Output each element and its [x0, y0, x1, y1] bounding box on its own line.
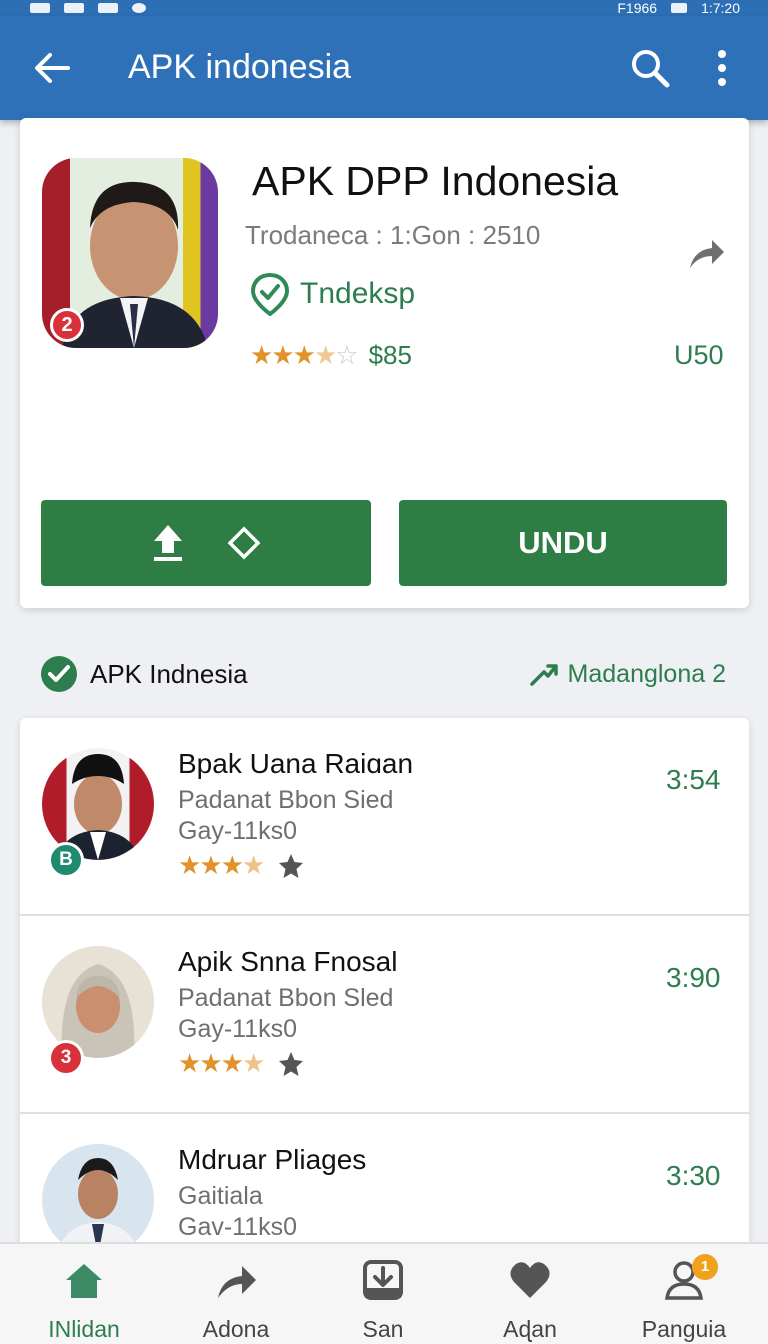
upload-icon [154, 525, 182, 561]
section-header: APK Indnesia Madanglona 2 [40, 652, 726, 696]
status-left-text: F1966 [617, 0, 658, 16]
more-options-icon[interactable] [706, 46, 738, 90]
app-bar: APK indonesia [0, 16, 768, 120]
check-circle-icon [41, 656, 77, 692]
avatar-badge: 3 [48, 1040, 84, 1076]
share-arrow-icon [218, 1266, 256, 1298]
app-price: $85 [368, 340, 412, 370]
signal-icon [671, 3, 688, 13]
avatar-badge: B [48, 842, 84, 878]
notification-badge: 1 [692, 1254, 718, 1280]
nav-label: INlidan [48, 1316, 120, 1342]
app-title: APK DPP Indonesia [252, 158, 619, 204]
star-rating: ★★★★☆ [250, 340, 359, 370]
app-icon-portrait: 2 [42, 158, 218, 348]
app-list: B Bpak Uana Raiɑan Padanat Bbon Sied Gay… [20, 718, 749, 1278]
item-rating: ★★★★ [178, 850, 305, 881]
app-rating-row: ★★★★☆ $85 [250, 340, 412, 371]
back-arrow-icon[interactable] [30, 46, 74, 90]
share-install-button[interactable] [41, 500, 371, 586]
item-time: 3:54 [666, 764, 721, 795]
heart-icon [510, 1262, 550, 1298]
verified-label: Tndeksp [300, 277, 416, 310]
page-title: APK indonesia [128, 48, 352, 86]
status-bar: F1966 1:7:20 [0, 0, 768, 16]
section-link[interactable]: Madanglona 2 [529, 659, 726, 689]
search-icon[interactable] [628, 46, 672, 90]
download-box-icon [363, 1260, 403, 1300]
nav-item-profile[interactable]: 1 Panguia [614, 1254, 754, 1342]
item-name: Bpak Uana Raiɑan [178, 748, 414, 779]
nav-label: Aɖan [503, 1316, 557, 1342]
section-link-label: Madanglona 2 [567, 659, 726, 688]
section-title: APK Indnesia [90, 658, 248, 689]
nav-item-share[interactable]: Adona [166, 1254, 306, 1342]
gallery-icon [64, 3, 84, 13]
diamond-icon [227, 526, 261, 560]
list-item[interactable]: 3 Apik Snna Fnosal Padanat Bbon Sled Gay… [20, 916, 749, 1114]
star-rating: ★★★★ [178, 1048, 265, 1078]
app-icon-badge: 2 [50, 308, 84, 342]
home-icon [66, 1264, 102, 1298]
item-subtitle: Padanat Bbon Sied [178, 786, 394, 814]
shield-icon [132, 3, 146, 13]
item-rating: ★★★★ [178, 1048, 305, 1079]
verified-shield-icon [250, 272, 290, 316]
item-detail: Gay-11ks0 [178, 817, 298, 845]
trend-arrow-icon [529, 664, 558, 686]
star-outline-icon[interactable] [277, 1050, 305, 1078]
app-meta: Trodaneca : 1:Gon : 2510 [245, 220, 541, 250]
nav-label: Panguia [641, 1316, 727, 1342]
nav-item-home[interactable]: INlidan [14, 1254, 154, 1342]
star-outline-icon[interactable] [277, 852, 305, 880]
nav-item-saved[interactable]: San [313, 1254, 453, 1342]
share-icon[interactable] [686, 236, 726, 272]
item-subtitle: Padanat Bbon Sled [178, 984, 394, 1012]
app-detail-card: 2 APK DPP Indonesia Trodaneca : 1:Gon : … [20, 118, 749, 608]
item-name: Mdruar Pliages [178, 1144, 367, 1175]
download-button[interactable]: UNDU [399, 500, 727, 586]
bottom-navigation: INlidan Adona San Aɖan 1 Panguia [0, 1242, 768, 1344]
nav-item-favorites[interactable]: Aɖan [460, 1254, 600, 1342]
item-subtitle: Gaitiala [178, 1182, 263, 1210]
cloud-icon [98, 3, 118, 13]
person-portrait-image [56, 1158, 140, 1256]
notification-icon [30, 3, 50, 13]
nav-label: Adona [202, 1316, 270, 1342]
avatar [42, 1144, 154, 1256]
app-size: U50 [674, 340, 724, 370]
star-rating: ★★★★ [178, 850, 265, 880]
item-name: Apik Snna Fnosal [178, 946, 398, 977]
list-item[interactable]: B Bpak Uana Raiɑan Padanat Bbon Sied Gay… [20, 718, 749, 916]
item-detail: Gay-11ks0 [178, 1015, 298, 1043]
verified-developer[interactable]: Tndeksp [250, 272, 415, 316]
item-time: 3:90 [666, 962, 721, 993]
item-time: 3:30 [666, 1160, 721, 1191]
status-time: 1:7:20 [701, 0, 740, 16]
item-detail: Gav-11ks0 [178, 1213, 298, 1241]
nav-label: San [362, 1316, 404, 1342]
